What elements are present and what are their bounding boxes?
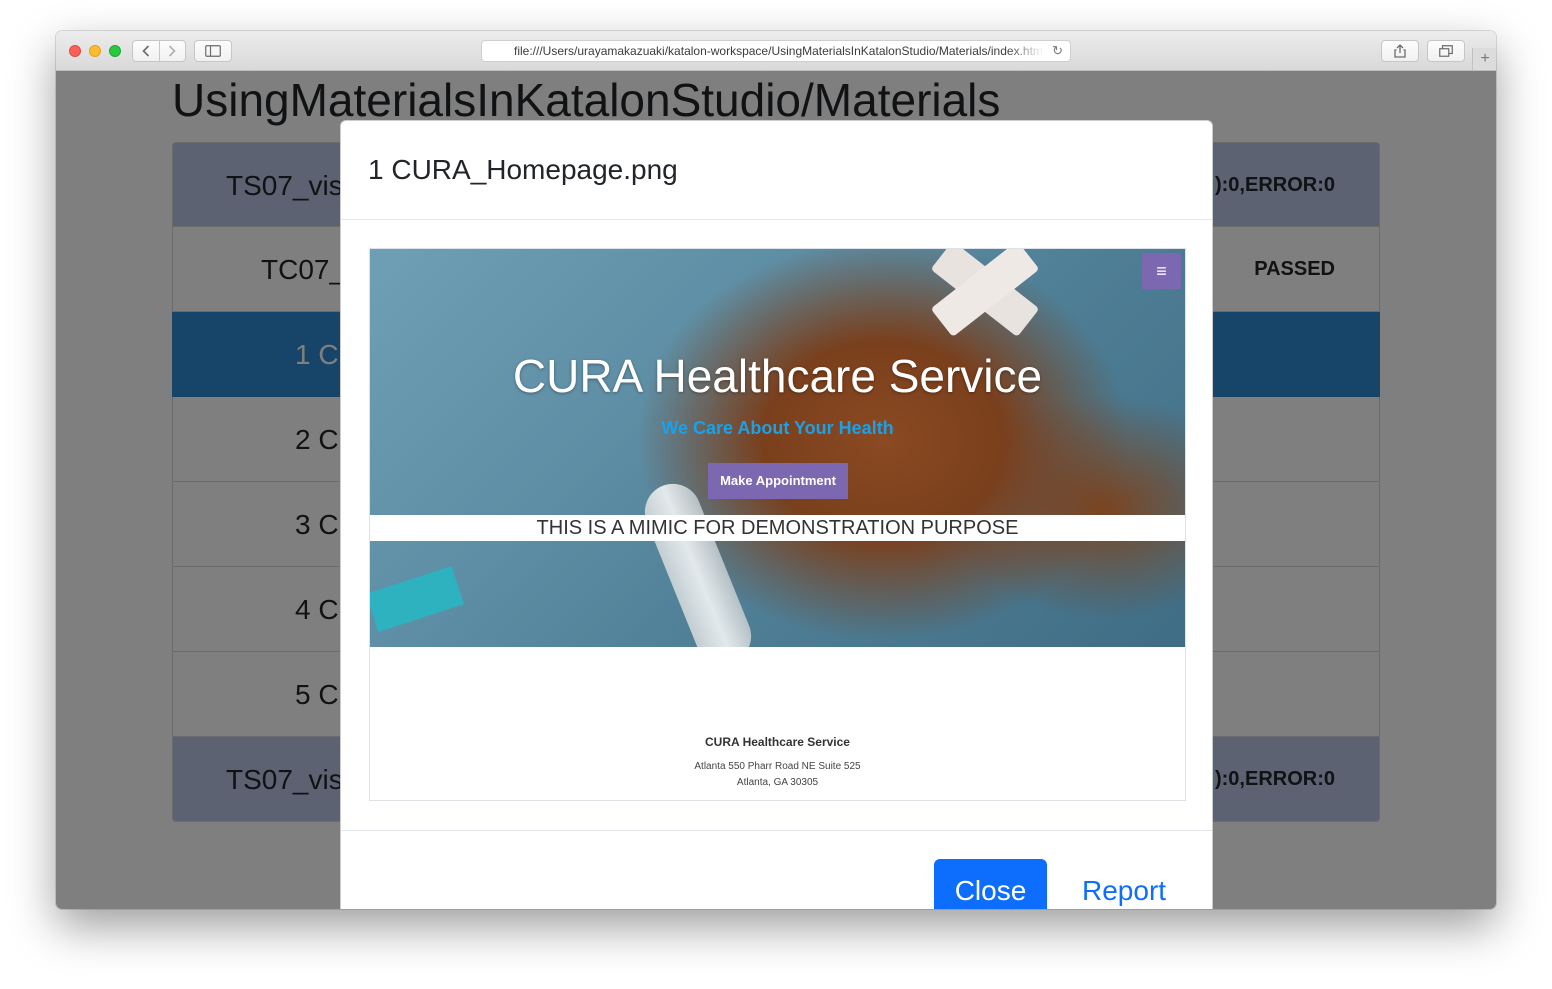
modal-header: 1 CURA_Homepage.png	[341, 121, 1212, 220]
tabs-overview-icon	[1439, 45, 1453, 57]
cura-footer-address: Atlanta 550 Pharr Road NE Suite 525	[694, 761, 861, 772]
minimize-window-icon[interactable]	[89, 45, 101, 57]
cura-footer-city: Atlanta, GA 30305	[736, 777, 819, 788]
menu-icon: ≡	[1142, 253, 1181, 289]
browser-toolbar: file:///Users/urayamakazuaki/katalon-wor…	[56, 31, 1496, 71]
plus-icon: +	[1480, 50, 1490, 67]
show-tabs-button[interactable]	[1427, 40, 1465, 62]
make-appointment-button: Make Appointment	[708, 463, 848, 499]
screenshot-image: ≡ CURA Healthcare Service We Care About …	[369, 248, 1186, 801]
history-navigation	[132, 40, 186, 62]
report-link[interactable]: Report	[1082, 875, 1166, 907]
zoom-window-icon[interactable]	[109, 45, 121, 57]
chevron-right-icon	[169, 45, 176, 57]
close-button[interactable]: Close	[934, 859, 1047, 909]
chevron-left-icon	[142, 45, 149, 57]
browser-window: file:///Users/urayamakazuaki/katalon-wor…	[56, 31, 1496, 909]
sidebar-toggle-button[interactable]	[194, 40, 232, 62]
share-icon	[1394, 44, 1406, 58]
sidebar-icon	[205, 45, 221, 57]
thermometer-shape	[636, 475, 760, 647]
modal-footer: Close Report	[341, 830, 1212, 909]
modal-title: 1 CURA_Homepage.png	[368, 154, 678, 185]
cura-hero-section: ≡ CURA Healthcare Service We Care About …	[370, 249, 1185, 647]
close-window-icon[interactable]	[69, 45, 81, 57]
demo-banner: THIS IS A MIMIC FOR DEMONSTRATION PURPOS…	[370, 515, 1185, 541]
back-button[interactable]	[133, 41, 159, 61]
new-tab-button[interactable]: +	[1472, 48, 1496, 70]
url-text: file:///Users/urayamakazuaki/katalon-wor…	[514, 44, 1044, 58]
share-button[interactable]	[1381, 40, 1419, 62]
image-preview-modal: 1 CURA_Homepage.png ≡ CURA Healthcare Se…	[340, 120, 1213, 909]
cura-footer-name: CURA Healthcare Service	[705, 735, 850, 749]
cura-hero-title: CURA Healthcare Service	[512, 350, 1043, 402]
reload-icon[interactable]: ↻	[1052, 41, 1063, 61]
forward-button[interactable]	[158, 41, 186, 61]
page-content: UsingMaterialsInKatalonStudio/Materials …	[56, 71, 1496, 909]
address-bar[interactable]: file:///Users/urayamakazuaki/katalon-wor…	[481, 40, 1071, 62]
blanket-stripe	[370, 566, 464, 632]
cura-hero-subtitle: We Care About Your Health	[661, 418, 894, 438]
